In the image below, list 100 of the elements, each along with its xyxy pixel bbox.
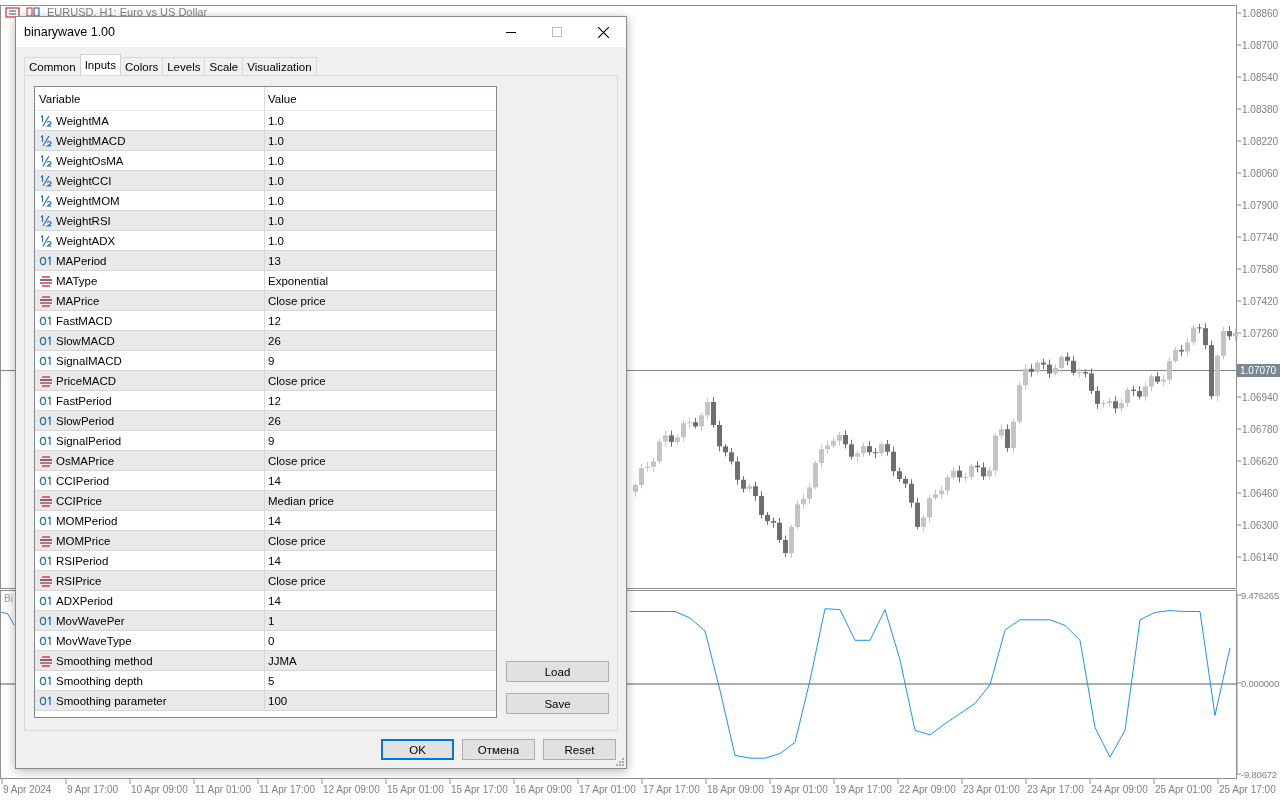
column-header[interactable]: Variable — [35, 87, 265, 110]
candles-icon[interactable] — [26, 7, 40, 17]
time-label: 15 Apr 01:00 — [387, 784, 444, 795]
column-header[interactable]: Value — [265, 87, 496, 110]
value-cell[interactable]: 1.0 — [265, 111, 496, 130]
value-cell[interactable]: 9 — [265, 431, 496, 450]
value-cell[interactable]: 13 — [265, 251, 496, 270]
integer-icon — [39, 394, 53, 407]
integer-icon — [39, 334, 53, 347]
list-icon — [39, 374, 53, 387]
variable-name: MovWaveType — [56, 634, 132, 647]
value-cell[interactable]: 26 — [265, 411, 496, 430]
time-label: 17 Apr 17:00 — [643, 784, 700, 795]
value-cell[interactable]: 5 — [265, 671, 496, 690]
time-label: 15 Apr 17:00 — [451, 784, 508, 795]
value-cell[interactable]: 9 — [265, 351, 496, 370]
indicator-value-label: 9.476265 — [1241, 590, 1280, 601]
resize-grip-icon[interactable] — [615, 757, 624, 766]
time-label: 9 Apr 17:00 — [67, 784, 119, 795]
integer-icon — [39, 414, 53, 427]
value-cell[interactable]: 1.0 — [265, 211, 496, 230]
value-cell[interactable]: 1.0 — [265, 151, 496, 170]
integer-icon — [39, 614, 53, 627]
integer-icon — [39, 694, 53, 707]
dialog-button[interactable]: Отмена — [462, 739, 535, 760]
value-cell[interactable]: 1.0 — [265, 131, 496, 150]
indicator-label: Bi — [4, 593, 13, 604]
price-label: 1.08540 — [1242, 72, 1279, 83]
value-cell[interactable]: Close price — [265, 531, 496, 550]
variable-name: CCIPeriod — [56, 474, 110, 487]
variable-name: WeightMOM — [56, 194, 120, 207]
value-cell[interactable]: 14 — [265, 471, 496, 490]
integer-icon — [39, 314, 53, 327]
value-cell[interactable]: Exponential — [265, 271, 496, 290]
close-icon — [597, 26, 609, 38]
value-cell[interactable]: Close price — [265, 371, 496, 390]
dialog-title: binarywave 1.00 — [24, 25, 117, 39]
list-icon — [39, 654, 53, 667]
value-cell[interactable]: 1.0 — [265, 191, 496, 210]
fraction-icon — [39, 114, 53, 127]
price-label: 1.06780 — [1242, 424, 1279, 435]
time-label: 23 Apr 01:00 — [963, 784, 1020, 795]
value-cell[interactable]: 100 — [265, 691, 496, 710]
value-cell[interactable]: 1.0 — [265, 231, 496, 250]
variable-name: FastPeriod — [56, 394, 112, 407]
price-label: 1.06140 — [1242, 552, 1279, 563]
variable-name: MovWavePer — [56, 614, 125, 627]
value-cell[interactable]: 1 — [265, 611, 496, 630]
value-cell[interactable]: 14 — [265, 511, 496, 530]
time-label: 9 Apr 2024 — [3, 784, 52, 795]
integer-icon — [39, 554, 53, 567]
variable-name: WeightMA — [56, 114, 109, 127]
dialog-button[interactable]: Reset — [543, 739, 616, 760]
tab[interactable]: Visualization — [242, 57, 317, 75]
value-cell[interactable]: 12 — [265, 311, 496, 330]
integer-icon — [39, 354, 53, 367]
fraction-icon — [39, 234, 53, 247]
side-button[interactable]: Save — [506, 693, 609, 714]
chart-list-icon[interactable] — [5, 7, 20, 18]
time-label: 11 Apr 01:00 — [195, 784, 251, 795]
price-label: 1.06300 — [1242, 520, 1279, 531]
side-button[interactable]: Load — [506, 661, 609, 682]
variable-name: MAType — [56, 274, 98, 287]
variable-name: Smoothing method — [56, 654, 153, 667]
time-label: 23 Apr 17:00 — [1027, 784, 1084, 795]
time-label: 22 Apr 09:00 — [899, 784, 956, 795]
value-cell[interactable]: Close price — [265, 571, 496, 590]
variable-name: WeightADX — [56, 234, 116, 247]
indicator-line — [0, 611, 15, 626]
time-label: 25 Apr 17:00 — [1219, 784, 1276, 795]
list-icon — [39, 454, 53, 467]
fraction-icon — [39, 154, 53, 167]
integer-icon — [39, 434, 53, 447]
price-label: 1.07900 — [1242, 200, 1279, 211]
variable-name: SlowPeriod — [56, 414, 115, 427]
value-cell[interactable]: 14 — [265, 551, 496, 570]
value-cell[interactable]: 1.0 — [265, 171, 496, 190]
tab[interactable]: Common — [24, 57, 81, 75]
price-label: 1.08380 — [1242, 104, 1279, 115]
fraction-icon — [39, 174, 53, 187]
value-cell[interactable]: 14 — [265, 591, 496, 610]
variable-name: SignalPeriod — [56, 434, 122, 447]
current-price-tag: 1.07070 — [1237, 364, 1280, 377]
integer-icon — [39, 474, 53, 487]
value-cell[interactable]: 0 — [265, 631, 496, 650]
dialog-button[interactable]: OK — [381, 739, 454, 760]
value-cell[interactable]: 12 — [265, 391, 496, 410]
value-cell[interactable]: JJMA — [265, 651, 496, 670]
list-icon — [39, 274, 53, 287]
integer-icon — [39, 674, 53, 687]
price-label: 1.08700 — [1242, 40, 1279, 51]
tab[interactable]: Inputs — [79, 54, 121, 75]
variable-name: Smoothing parameter — [56, 694, 167, 707]
time-label: 17 Apr 01:00 — [579, 784, 636, 795]
value-cell[interactable]: Close price — [265, 451, 496, 470]
value-cell[interactable]: Median price — [265, 491, 496, 510]
value-cell[interactable]: 26 — [265, 331, 496, 350]
time-label: 12 Apr 09:00 — [323, 784, 380, 795]
variable-name: PriceMACD — [56, 374, 117, 387]
value-cell[interactable]: Close price — [265, 291, 496, 310]
